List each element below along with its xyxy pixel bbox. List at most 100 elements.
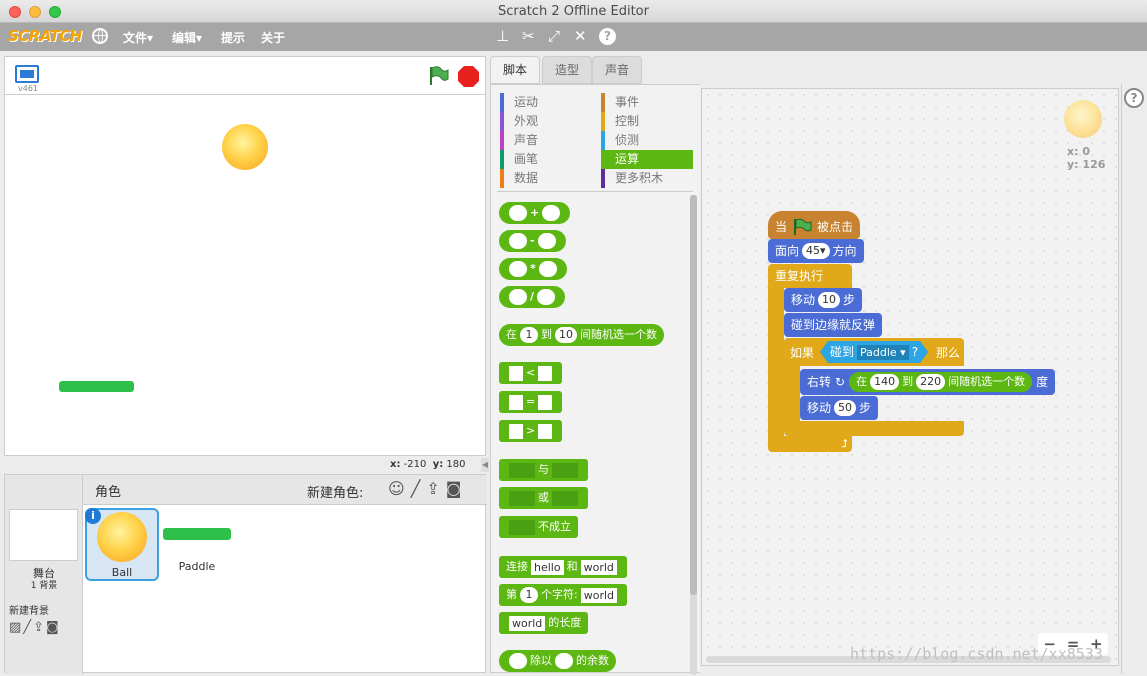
editor-tabs: 脚本 造型 声音 <box>490 56 1145 84</box>
category-sensing[interactable]: 侦测 <box>601 131 693 150</box>
language-globe-icon[interactable] <box>92 28 108 44</box>
block-and[interactable]: 与 <box>499 459 588 481</box>
tab-scripts[interactable]: 脚本 <box>490 56 540 84</box>
category-data[interactable]: 数据 <box>500 169 592 188</box>
new-backdrop-label: 新建背景 <box>9 606 49 617</box>
block-subtract[interactable]: - <box>499 230 566 252</box>
block-multiply[interactable]: * <box>499 258 567 280</box>
block-less-than[interactable]: < <box>499 362 563 384</box>
block-pick-random[interactable]: 在 1 到 10 间随机选一个数 <box>499 324 664 346</box>
block-divide[interactable]: / <box>499 286 566 308</box>
tab-costumes[interactable]: 造型 <box>542 56 592 84</box>
paint-sprite-icon[interactable]: ╱ <box>411 479 427 498</box>
ball-sprite[interactable] <box>222 124 268 170</box>
help-side-strip <box>1121 84 1147 674</box>
block-add[interactable]: + <box>499 202 571 224</box>
block-join[interactable]: 连接 hello 和 world <box>499 556 627 578</box>
grow-icon[interactable]: ⤢ <box>548 27 560 45</box>
scissors-icon[interactable]: ✂ <box>522 27 535 45</box>
block-length-of[interactable]: world 的长度 <box>499 612 589 634</box>
category-more-blocks[interactable]: 更多积木 <box>601 169 693 188</box>
block-turn-right[interactable]: 右转 ↻ 在 140 到 220 间随机选一个数 度 <box>800 369 1056 395</box>
info-icon[interactable]: i <box>85 508 101 524</box>
sprite-thumb-paddle[interactable]: Paddle <box>161 508 233 580</box>
block-touching[interactable]: 碰到 Paddle ▾ ? <box>820 341 928 363</box>
shrink-icon[interactable]: ✕ <box>574 27 587 45</box>
category-pen[interactable]: 画笔 <box>500 150 592 169</box>
block-palette: 运动 外观 声音 画笔 数据 事件 控制 侦测 运算 更多积木 + - * / … <box>490 84 700 675</box>
block-not[interactable]: 不成立 <box>499 516 578 538</box>
stage-backdrop-count: 1 背景 <box>30 581 58 591</box>
block-mod[interactable]: 除以 的余数 <box>499 650 616 672</box>
paint-backdrop-icon[interactable]: ▨ <box>9 620 23 635</box>
menu-file[interactable]: 文件▾ <box>123 29 153 46</box>
stage-toolbar: v461 <box>4 56 486 94</box>
minimize-window-button[interactable] <box>29 6 41 18</box>
brush-backdrop-icon[interactable]: ╱ <box>23 620 33 635</box>
version-label: v461 <box>18 84 39 93</box>
rotate-clockwise-icon: ↻ <box>835 375 846 389</box>
category-column-right: 事件 控制 侦测 运算 更多积木 <box>601 93 693 188</box>
sprite-position-y: y: 126 <box>1067 158 1106 171</box>
if-arm <box>784 366 800 421</box>
window-title: Scratch 2 Offline Editor <box>498 4 649 19</box>
block-greater-than[interactable]: > <box>499 420 563 442</box>
scratch-logo[interactable]: SCRATCH <box>8 27 82 45</box>
block-if-then[interactable]: 如果 碰到 Paddle ▾ ? 那么 <box>784 338 964 366</box>
menu-bar: SCRATCH 文件▾ 编辑▾ 提示 关于 ⊥ ✂ ⤢ ✕ ? <box>0 23 1147 51</box>
upload-sprite-icon[interactable]: ⇪ <box>426 479 445 498</box>
forever-loop-arrow-icon: ⮥ <box>768 436 852 452</box>
block-or[interactable]: 或 <box>499 487 588 509</box>
camera-sprite-icon[interactable]: ◙ <box>446 479 468 498</box>
forever-arm <box>768 288 784 436</box>
paddle-sprite[interactable] <box>59 381 134 392</box>
new-sprite-label: 新建角色: <box>307 486 364 501</box>
category-looks[interactable]: 外观 <box>500 112 592 131</box>
category-operators[interactable]: 运算 <box>601 150 693 169</box>
green-flag-icon[interactable] <box>427 65 449 87</box>
block-when-flag-clicked[interactable]: 当 被点击 <box>768 211 861 239</box>
tab-sounds[interactable]: 声音 <box>592 56 642 84</box>
category-events[interactable]: 事件 <box>601 93 693 112</box>
window-title-bar: Scratch 2 Offline Editor <box>0 0 1147 23</box>
block-move-steps-2[interactable]: 移动 50 步 <box>800 396 879 420</box>
sprite-name: Ball <box>111 566 133 579</box>
camera-backdrop-icon[interactable]: ◙ <box>46 620 61 635</box>
watermark: https://blog.csdn.net/xx8533 <box>850 645 1103 663</box>
sprite-pane: 舞台 1 背景 新建背景 ▨╱⇪◙ 角色 新建角色: ☺╱⇪◙ Ball i P… <box>4 474 487 674</box>
green-flag-icon <box>791 218 813 236</box>
sprite-name: Paddle <box>178 560 216 573</box>
category-control[interactable]: 控制 <box>601 112 693 131</box>
sprites-title: 角色 <box>95 485 122 500</box>
stage-canvas[interactable] <box>4 94 486 456</box>
block-equals[interactable]: = <box>499 391 563 413</box>
block-point-direction[interactable]: 面向 45▾ 方向 <box>768 239 864 263</box>
presentation-mode-icon[interactable] <box>15 65 39 83</box>
stamp-icon[interactable]: ⊥ <box>496 27 509 45</box>
category-sound[interactable]: 声音 <box>500 131 592 150</box>
sprite-thumb-ball[interactable]: Ball i <box>85 508 159 581</box>
help-panel-icon[interactable]: ? <box>1124 88 1144 108</box>
stage-column: 舞台 1 背景 新建背景 ▨╱⇪◙ <box>5 475 83 674</box>
palette-scrollbar[interactable] <box>690 195 697 675</box>
stop-icon[interactable] <box>458 66 479 87</box>
block-forever[interactable]: 重复执行 <box>768 264 852 288</box>
upload-backdrop-icon[interactable]: ⇪ <box>33 620 46 635</box>
sprite-library-icon[interactable]: ☺ <box>388 479 411 498</box>
category-motion[interactable]: 运动 <box>500 93 592 112</box>
menu-about[interactable]: 关于 <box>261 29 285 46</box>
category-column-left: 运动 外观 声音 画笔 数据 <box>500 93 592 188</box>
menu-edit[interactable]: 编辑▾ <box>172 29 202 46</box>
scripts-area[interactable]: x: 0 y: 126 当 被点击 面向 45▾ 方向 重复执行 ⮥ 移动 10 步 碰… <box>701 88 1119 666</box>
current-sprite-preview <box>1064 100 1102 138</box>
block-pick-random-script[interactable]: 在 140 到 220 间随机选一个数 <box>849 372 1033 392</box>
menu-tips[interactable]: 提示 <box>221 29 245 46</box>
help-icon[interactable]: ? <box>599 28 616 45</box>
block-move-steps[interactable]: 移动 10 步 <box>784 288 863 312</box>
stage-thumbnail[interactable] <box>9 509 78 561</box>
zoom-window-button[interactable] <box>49 6 61 18</box>
collapse-stage-arrow-icon[interactable]: ◀ <box>481 458 489 472</box>
block-letter-of[interactable]: 第 1 个字符: world <box>499 584 628 606</box>
close-window-button[interactable] <box>9 6 21 18</box>
block-bounce-on-edge[interactable]: 碰到边缘就反弹 <box>784 313 883 337</box>
